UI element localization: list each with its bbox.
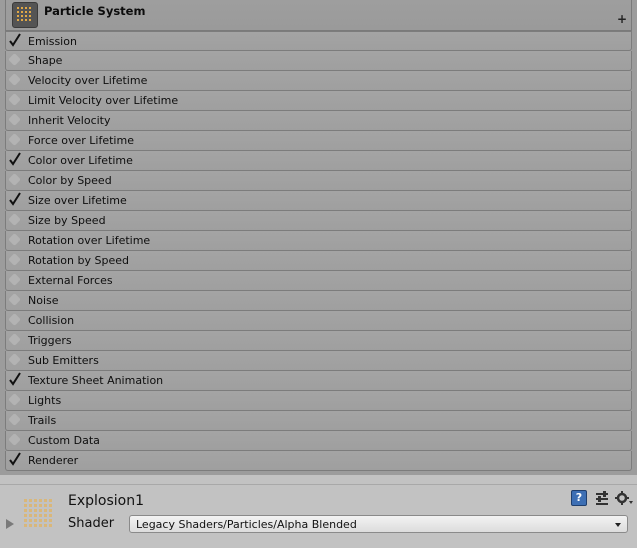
module-label: Texture Sheet Animation (28, 374, 164, 387)
particle-system-icon (12, 2, 38, 28)
module-label: Inherit Velocity (28, 114, 111, 127)
module-toggle[interactable] (9, 274, 21, 286)
module-label: Lights (28, 394, 62, 407)
dropdown-arrow-icon (615, 523, 621, 527)
module-row[interactable]: Shape (5, 51, 632, 71)
module-toggle[interactable] (9, 54, 21, 66)
module-label: Trails (28, 414, 57, 427)
material-panel: Explosion1 Shader Legacy Shaders/Particl… (0, 484, 637, 548)
module-toggle[interactable] (9, 434, 21, 446)
module-label: Collision (28, 314, 75, 327)
expand-arrow-icon[interactable] (6, 519, 14, 529)
module-toggle[interactable] (9, 254, 21, 266)
shader-dropdown[interactable]: Legacy Shaders/Particles/Alpha Blended (129, 515, 628, 533)
checkmark-icon[interactable] (9, 33, 21, 47)
shader-value: Legacy Shaders/Particles/Alpha Blended (136, 518, 357, 531)
module-toggle[interactable] (9, 234, 21, 246)
shader-label: Shader (68, 516, 115, 531)
presets-icon[interactable] (594, 490, 610, 506)
module-label: Force over Lifetime (28, 134, 134, 147)
module-label: Noise (28, 294, 59, 307)
module-label: Color by Speed (28, 174, 112, 187)
module-row[interactable]: Size over Lifetime (5, 191, 632, 211)
module-label: Custom Data (28, 434, 100, 447)
module-row[interactable]: Collision (5, 311, 632, 331)
module-label: Shape (28, 54, 63, 67)
module-toggle[interactable] (9, 174, 21, 186)
module-toggle[interactable] (9, 394, 21, 406)
module-label: Velocity over Lifetime (28, 74, 148, 87)
module-label: External Forces (28, 274, 113, 287)
material-name: Explosion1 (68, 493, 145, 509)
module-row[interactable]: Force over Lifetime (5, 131, 632, 151)
module-label: Emission (28, 35, 77, 48)
module-row[interactable]: Triggers (5, 331, 632, 351)
module-row[interactable]: Size by Speed (5, 211, 632, 231)
module-row[interactable]: Texture Sheet Animation (5, 371, 632, 391)
module-row[interactable]: Sub Emitters (5, 351, 632, 371)
module-toggle[interactable] (9, 114, 21, 126)
particle-system-panel: Particle System + Emission Shape Velocity … (0, 0, 637, 475)
module-row[interactable]: Velocity over Lifetime (5, 71, 632, 91)
module-label: Color over Lifetime (28, 154, 133, 167)
module-label: Size by Speed (28, 214, 106, 227)
checkmark-icon[interactable] (9, 452, 21, 466)
module-row[interactable]: Trails (5, 411, 632, 431)
module-row[interactable]: Limit Velocity over Lifetime (5, 91, 632, 111)
checkmark-icon[interactable] (9, 152, 21, 166)
module-label: Triggers (28, 334, 72, 347)
checkmark-icon[interactable] (9, 372, 21, 386)
module-label: Renderer (28, 454, 79, 467)
module-toggle[interactable] (9, 414, 21, 426)
module-row[interactable]: Emission (5, 31, 632, 51)
gear-icon[interactable] (615, 490, 633, 506)
module-toggle[interactable] (9, 294, 21, 306)
module-row[interactable]: Rotation by Speed (5, 251, 632, 271)
module-label: Sub Emitters (28, 354, 99, 367)
module-toggle[interactable] (9, 334, 21, 346)
module-row[interactable]: Color by Speed (5, 171, 632, 191)
module-row[interactable]: Color over Lifetime (5, 151, 632, 171)
module-toggle[interactable] (9, 134, 21, 146)
module-toggle[interactable] (9, 74, 21, 86)
module-toggle[interactable] (9, 354, 21, 366)
module-label: Size over Lifetime (28, 194, 127, 207)
module-row[interactable]: External Forces (5, 271, 632, 291)
particle-system-title: Particle System (44, 4, 146, 18)
material-preview-icon (22, 497, 54, 529)
module-row[interactable]: Rotation over Lifetime (5, 231, 632, 251)
module-toggle[interactable] (9, 314, 21, 326)
module-label: Rotation over Lifetime (28, 234, 151, 247)
module-row[interactable]: Renderer (5, 451, 632, 471)
module-label: Limit Velocity over Lifetime (28, 94, 179, 107)
help-icon[interactable]: ? (571, 490, 587, 506)
module-row[interactable]: Inherit Velocity (5, 111, 632, 131)
module-label: Rotation by Speed (28, 254, 129, 267)
module-row[interactable]: Custom Data (5, 431, 632, 451)
module-list: Emission Shape Velocity over Lifetime Limit… (5, 31, 632, 471)
module-toggle[interactable] (9, 214, 21, 226)
module-row[interactable]: Noise (5, 291, 632, 311)
particle-system-header[interactable]: Particle System + (5, 0, 632, 31)
checkmark-icon[interactable] (9, 192, 21, 206)
module-row[interactable]: Lights (5, 391, 632, 411)
module-toggle[interactable] (9, 94, 21, 106)
add-module-button[interactable]: + (617, 13, 627, 25)
